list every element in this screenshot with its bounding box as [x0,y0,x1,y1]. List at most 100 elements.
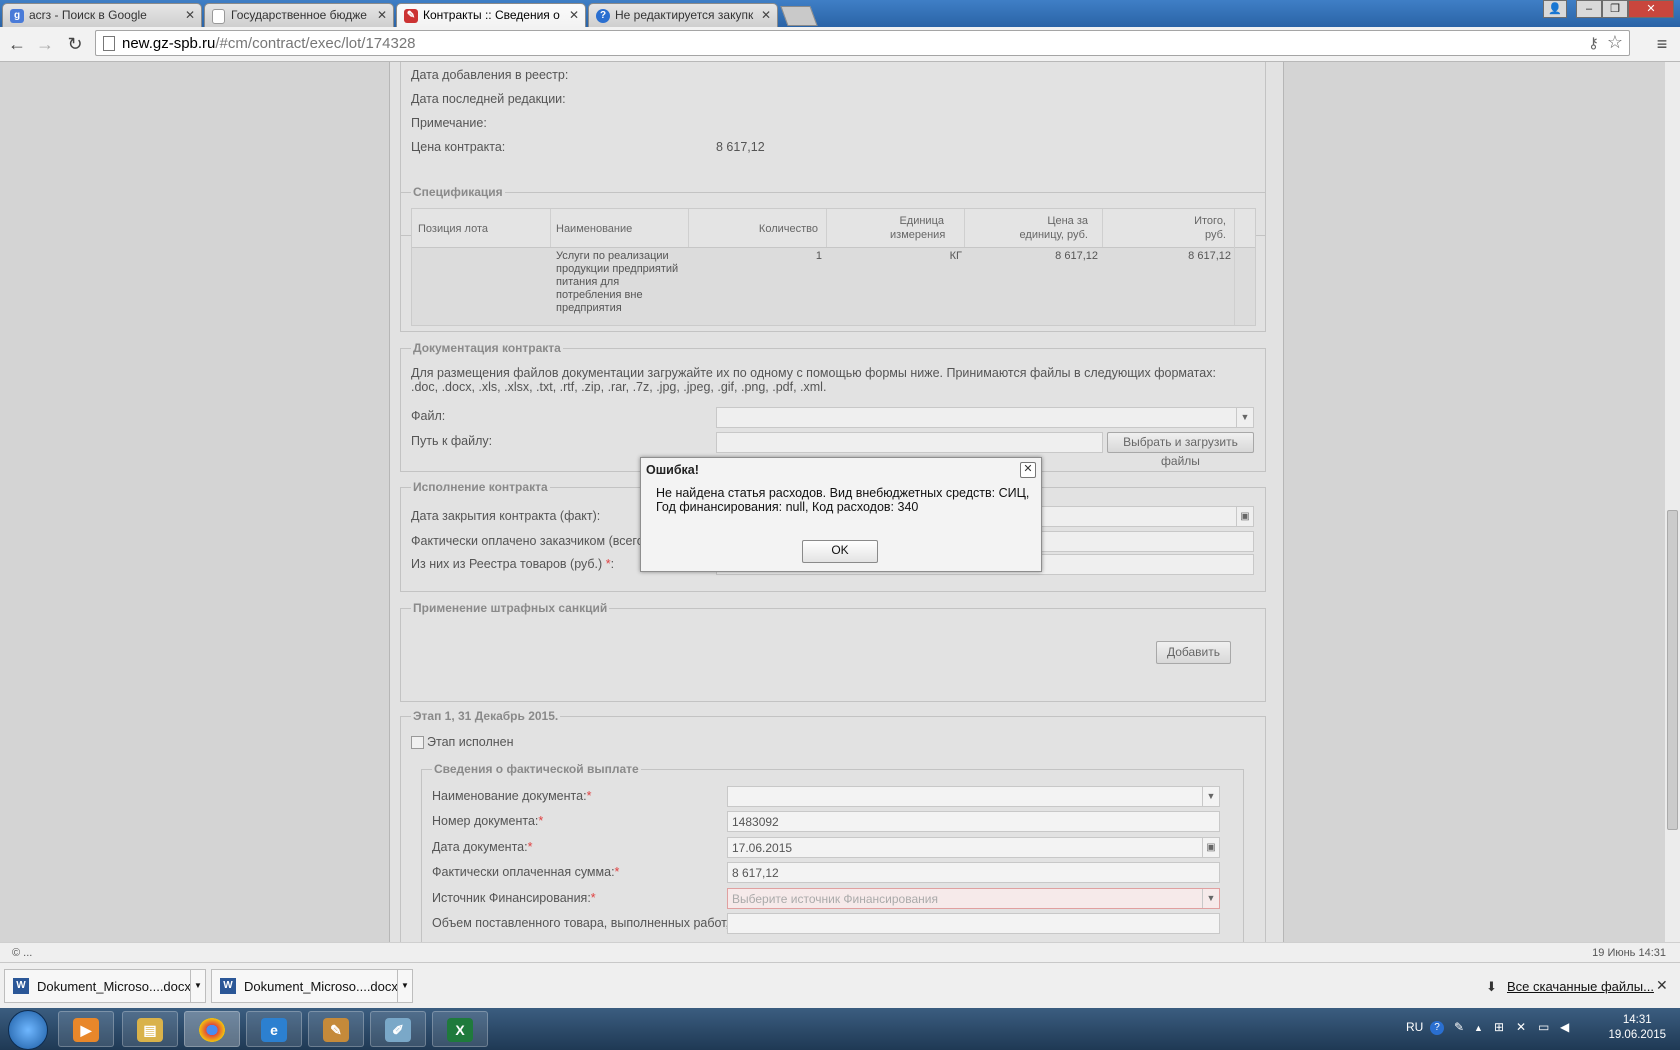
chrome-taskbar-button[interactable] [184,1011,240,1047]
source-label: Источник Финансирования:* [432,891,596,905]
tab-google-search[interactable]: g acrз - Поиск в Google ✕ [2,3,202,27]
close-date-label: Дата закрытия контракта (факт): [411,509,601,523]
close-icon[interactable]: ✕ [1656,977,1668,994]
status-right-text: 19 Июнь 14:31 [1592,947,1666,959]
key-icon[interactable]: ⚷ [1588,34,1599,52]
explorer-taskbar-button[interactable]: ▤ [122,1011,178,1047]
url-text: new.gz-spb.ru/#cm/contract/exec/lot/1743… [122,35,416,52]
spec-table-header: Позиция лота Наименование Количество Еди… [412,209,1255,325]
download-item[interactable]: W Dokument_Microso....docx ▼ [211,969,413,1003]
calendar-icon[interactable]: ▣ [1236,507,1253,526]
chrome-icon [199,1018,225,1042]
chevron-down-icon: ▼ [1202,889,1219,908]
colon: : [610,557,615,571]
funding-source-select[interactable]: Выберите источник Финансирования ▼ [727,888,1220,909]
new-tab-button[interactable] [780,6,818,26]
doc-date-label-text: Дата документа: [432,840,528,854]
scrollbar-thumb[interactable] [1667,510,1678,830]
excel-icon: X [447,1018,473,1042]
doc-number-input[interactable]: 1483092 [727,811,1220,832]
system-clock[interactable]: 14:31 19.06.2015 [1608,1013,1666,1043]
close-icon[interactable]: ✕ [1020,462,1036,478]
doc-date-value: 17.06.2015 [732,841,793,855]
volume-input[interactable] [727,913,1220,934]
close-icon[interactable]: ✕ [761,8,771,22]
volume-label: Объем поставленного товара, выполненных … [432,916,729,930]
user-icon[interactable]: 👤 [1543,0,1567,18]
add-penalty-button[interactable]: Добавить [1156,641,1231,664]
paid-sum-label-text: Фактически оплаченная сумма: [432,865,615,879]
close-icon[interactable]: ✕ [185,8,195,22]
restore-button[interactable]: ❐ [1602,0,1628,18]
volume-muted-icon[interactable]: ◀ [1560,1020,1569,1034]
reload-icon[interactable]: ↻ [63,32,87,56]
language-indicator[interactable]: RU [1406,1020,1423,1034]
file-path-input[interactable] [716,432,1103,453]
tab-budget[interactable]: Государственное бюдже ✕ [204,3,394,27]
media-player-taskbar-button[interactable]: ▶ [58,1011,114,1047]
menu-icon[interactable]: ≡ [1650,32,1674,56]
header-total: Итого, руб. [1194,215,1226,241]
status-left-text: © ... [12,947,33,959]
display-icon[interactable]: ▭ [1538,1020,1549,1034]
documentation-section: Документация контракта Для размещения фа… [400,341,1266,472]
page-scrollbar[interactable] [1665,62,1680,942]
required-mark: * [586,789,592,803]
registry-label-text: Из них из Реестра товаров (руб.) [411,557,603,571]
stage-done-checkbox[interactable] [411,736,424,749]
file-type-select[interactable]: ▼ [716,407,1254,428]
help-icon[interactable]: ? [1430,1021,1444,1035]
tab-title: Контракты :: Сведения о [423,8,560,22]
notepad-taskbar-button[interactable]: ✐ [370,1011,426,1047]
back-arrow-icon[interactable]: ← [5,32,29,56]
windows-flag-icon[interactable]: ⊞ [1494,1020,1504,1034]
close-icon[interactable]: ✕ [569,8,579,22]
file-label: Файл: [411,409,446,423]
minimize-button[interactable]: – [1576,0,1602,18]
tab-not-editable[interactable]: ? Не редактируется закупк ✕ [588,3,778,27]
window-close-button[interactable]: ✕ [1628,0,1674,18]
network-error-icon[interactable]: ✕ [1516,1020,1526,1034]
tab-title: acrз - Поиск в Google [29,8,147,22]
download-bar: W Dokument_Microso....docx ▼ W Dokument_… [0,962,1680,1009]
doc-date-input[interactable]: 17.06.2015 ▣ [727,837,1220,858]
close-icon[interactable]: ✕ [377,8,387,22]
ie-taskbar-button[interactable]: e [246,1011,302,1047]
document-icon [212,9,225,24]
header-unit: Единица измерения [890,215,946,241]
ok-button[interactable]: OK [802,540,878,563]
word-document-icon: W [220,978,236,994]
doc-number-label-text: Номер документа: [432,814,539,828]
paint-taskbar-button[interactable]: ✎ [308,1011,364,1047]
paid-sum-input[interactable]: 8 617,12 [727,862,1220,883]
download-arrow-icon: ⬇ [1486,979,1497,994]
download-item[interactable]: W Dokument_Microso....docx ▼ [4,969,206,1003]
pen-icon[interactable]: ✎ [1454,1020,1464,1034]
chevron-down-icon[interactable]: ▼ [397,970,412,1002]
error-dialog: Ошибка! ✕ Не найдена статья расходов. Ви… [640,457,1042,572]
price-value: 8 617,12 [716,140,765,154]
start-button[interactable] [8,1010,48,1050]
specification-section: Спецификация Позиция лота Наименование К… [400,185,1266,332]
date-edited-label: Дата последней редакции: [411,92,566,106]
all-downloads-link[interactable]: Все скачанные файлы... [1507,979,1654,994]
show-hidden-icons[interactable]: ▲ [1474,1023,1483,1033]
paint-icon: ✎ [323,1018,349,1042]
doc-name-select[interactable]: ▼ [727,786,1220,807]
forward-arrow-icon[interactable]: → [33,32,57,56]
execution-legend: Исполнение контракта [411,480,550,494]
penalties-legend: Применение штрафных санкций [411,601,610,615]
excel-taskbar-button[interactable]: X [432,1011,488,1047]
windows-taskbar: ▶ ▤ e ✎ ✐ X RU ? ✎ ▲ ⊞ ✕ ▭ ◀ 14:31 19.06… [0,1008,1680,1050]
upload-files-button[interactable]: Выбрать и загрузить файлы [1107,432,1254,468]
calendar-icon[interactable]: ▣ [1202,838,1219,857]
url-host: new.gz-spb.ru [122,35,216,52]
download-file-name: Dokument_Microso....docx [244,979,398,994]
tab-contracts[interactable]: ✎ Контракты :: Сведения о ✕ [396,3,586,28]
address-bar[interactable]: new.gz-spb.ru/#cm/contract/exec/lot/1743… [95,30,1630,56]
doc-name-label: Наименование документа:* [432,789,591,803]
star-icon[interactable]: ☆ [1607,32,1623,53]
chevron-down-icon[interactable]: ▼ [190,970,205,1002]
row-unit-price: 8 617,12 [1055,250,1098,262]
browser-tab-strip: g acrз - Поиск в Google ✕ Государственно… [0,0,1680,28]
